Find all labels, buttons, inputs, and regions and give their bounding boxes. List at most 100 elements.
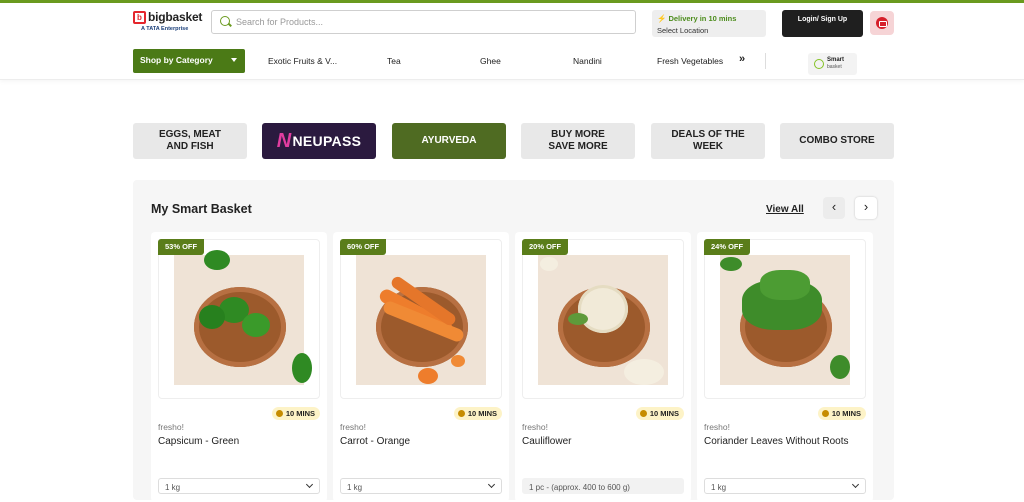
shop-by-category-button[interactable]: Shop by Category bbox=[133, 49, 245, 73]
clock-icon bbox=[275, 410, 283, 417]
quantity-label: 1 pc - (approx. 400 to 600 g) bbox=[522, 478, 684, 494]
discount-badge: 20% OFF bbox=[522, 239, 569, 255]
product-name[interactable]: Coriander Leaves Without Roots bbox=[704, 436, 849, 447]
search-input[interactable] bbox=[236, 14, 626, 30]
smart-basket-label: Smart bbox=[827, 57, 845, 63]
chevron-down-icon bbox=[487, 480, 496, 489]
eta-text: 10 MINS bbox=[285, 409, 315, 418]
nav-link-exotic-fruits[interactable]: Exotic Fruits & V... bbox=[268, 56, 337, 66]
product-name[interactable]: Capsicum - Green bbox=[158, 436, 239, 447]
tile-deals-of-the-week[interactable]: DEALS OF THE WEEK bbox=[651, 123, 765, 159]
carousel-prev-button[interactable]: ‹ bbox=[823, 197, 845, 219]
eta-text: 10 MINS bbox=[649, 409, 679, 418]
bigbasket-logo[interactable]: b bigbasket A TATA Enterprise bbox=[133, 10, 202, 37]
quantity-select[interactable]: 1 kg bbox=[340, 478, 502, 494]
tile-eggs-meat-fish[interactable]: EGGS, MEAT AND FISH bbox=[133, 123, 247, 159]
tile-ayurveda[interactable]: AYURVEDA bbox=[392, 123, 506, 159]
chevron-down-icon bbox=[305, 480, 314, 489]
tile-buy-more-save-more[interactable]: BUY MORE SAVE MORE bbox=[521, 123, 635, 159]
tile-label: NEUPASS bbox=[292, 133, 362, 149]
product-brand: fresho! bbox=[158, 422, 184, 432]
product-name[interactable]: Carrot - Orange bbox=[340, 436, 410, 447]
logo-mark-icon: b bbox=[133, 11, 146, 24]
capsicum-shape bbox=[199, 305, 225, 329]
smart-basket-button[interactable]: Smart basket bbox=[808, 53, 857, 75]
nav-link-nandini[interactable]: Nandini bbox=[573, 56, 602, 66]
product-card[interactable]: 20% OFF 10 MINS fresho! Cauliflower 1 pc… bbox=[515, 232, 691, 502]
nav-more-arrow-icon[interactable]: » bbox=[739, 53, 745, 65]
chevron-left-icon: ‹ bbox=[831, 199, 837, 214]
product-brand: fresho! bbox=[340, 422, 366, 432]
cauliflower-leaf bbox=[568, 313, 588, 325]
product-card[interactable]: 53% OFF 10 MINS fresho! Capsicum - Green… bbox=[151, 232, 327, 502]
tile-combo-store[interactable]: COMBO STORE bbox=[780, 123, 894, 159]
tile-label: COMBO STORE bbox=[799, 135, 875, 146]
product-photo bbox=[538, 255, 668, 385]
delivery-location-button[interactable]: ⚡ Delivery in 10 mins Select Location bbox=[652, 10, 766, 37]
coriander-sprig bbox=[720, 257, 742, 271]
quantity-select[interactable]: 1 kg bbox=[704, 478, 866, 494]
clock-icon bbox=[821, 410, 829, 417]
product-image[interactable] bbox=[158, 239, 320, 399]
chevron-right-icon: › bbox=[863, 199, 869, 214]
chevron-down-icon bbox=[231, 58, 237, 62]
select-location-label: Select Location bbox=[657, 26, 709, 35]
logo-name: bigbasket bbox=[148, 10, 203, 24]
nav-link-fresh-vegetables[interactable]: Fresh Vegetables bbox=[657, 56, 723, 66]
cauliflower-floret bbox=[540, 257, 558, 271]
carrot-slice bbox=[451, 355, 465, 367]
product-name[interactable]: Cauliflower bbox=[522, 436, 571, 447]
delivery-eta-badge: 10 MINS bbox=[453, 407, 502, 420]
tile-label: DEALS OF THE WEEK bbox=[671, 129, 745, 152]
tile-label: BUY MORE SAVE MORE bbox=[548, 129, 608, 152]
view-all-link[interactable]: View All bbox=[766, 204, 804, 215]
product-brand: fresho! bbox=[704, 422, 730, 432]
clock-icon bbox=[457, 410, 465, 417]
chevron-down-icon bbox=[851, 480, 860, 489]
product-image[interactable] bbox=[704, 239, 866, 399]
delivery-time-text: Delivery in 10 mins bbox=[668, 14, 737, 23]
tile-label: AYURVEDA bbox=[421, 135, 477, 146]
nav-divider bbox=[765, 53, 766, 69]
delivery-eta-badge: 10 MINS bbox=[817, 407, 866, 420]
search-icon bbox=[220, 16, 230, 26]
quantity-value: 1 kg bbox=[347, 483, 363, 492]
cart-button[interactable] bbox=[870, 11, 894, 35]
delivery-time: ⚡ Delivery in 10 mins bbox=[657, 14, 761, 23]
tile-neupass[interactable]: N NEUPASS bbox=[262, 123, 376, 159]
capsicum-shape bbox=[204, 250, 230, 270]
product-photo bbox=[174, 250, 312, 385]
smart-basket-icon bbox=[814, 59, 824, 69]
nav-link-ghee[interactable]: Ghee bbox=[480, 56, 501, 66]
eta-text: 10 MINS bbox=[467, 409, 497, 418]
product-brand: fresho! bbox=[522, 422, 548, 432]
capsicum-shape bbox=[242, 313, 270, 337]
coriander-sprig bbox=[830, 355, 850, 379]
cauliflower-shape bbox=[578, 285, 628, 333]
logo-tagline: A TATA Enterprise bbox=[141, 26, 189, 32]
lightning-icon: ⚡ bbox=[657, 14, 667, 23]
discount-badge: 24% OFF bbox=[704, 239, 751, 255]
tile-label: EGGS, MEAT AND FISH bbox=[158, 129, 222, 152]
shop-by-category-label: Shop by Category bbox=[140, 55, 213, 65]
site-header: b bigbasket A TATA Enterprise ⚡ Delivery… bbox=[0, 3, 1024, 80]
smart-basket-sublabel: basket bbox=[827, 64, 842, 70]
quantity-select[interactable]: 1 kg bbox=[158, 478, 320, 494]
carousel-next-button[interactable]: › bbox=[855, 197, 877, 219]
product-image[interactable] bbox=[340, 239, 502, 399]
discount-badge: 60% OFF bbox=[340, 239, 387, 255]
quantity-value: 1 kg bbox=[165, 483, 181, 492]
product-image[interactable] bbox=[522, 239, 684, 399]
login-signup-button[interactable]: Login/ Sign Up bbox=[782, 10, 863, 37]
nav-link-tea[interactable]: Tea bbox=[387, 56, 401, 66]
cauliflower-floret bbox=[624, 359, 664, 385]
product-card[interactable]: 60% OFF 10 MINS fresho! Carrot - Orange … bbox=[333, 232, 509, 502]
clock-icon bbox=[639, 410, 647, 417]
product-photo bbox=[720, 255, 850, 385]
search-bar[interactable] bbox=[211, 10, 636, 34]
discount-badge: 53% OFF bbox=[158, 239, 205, 255]
coriander-shape bbox=[760, 270, 810, 300]
product-card[interactable]: 24% OFF 10 MINS fresho! Coriander Leaves… bbox=[697, 232, 873, 502]
quantity-value: 1 kg bbox=[711, 483, 727, 492]
cart-icon bbox=[876, 17, 888, 29]
